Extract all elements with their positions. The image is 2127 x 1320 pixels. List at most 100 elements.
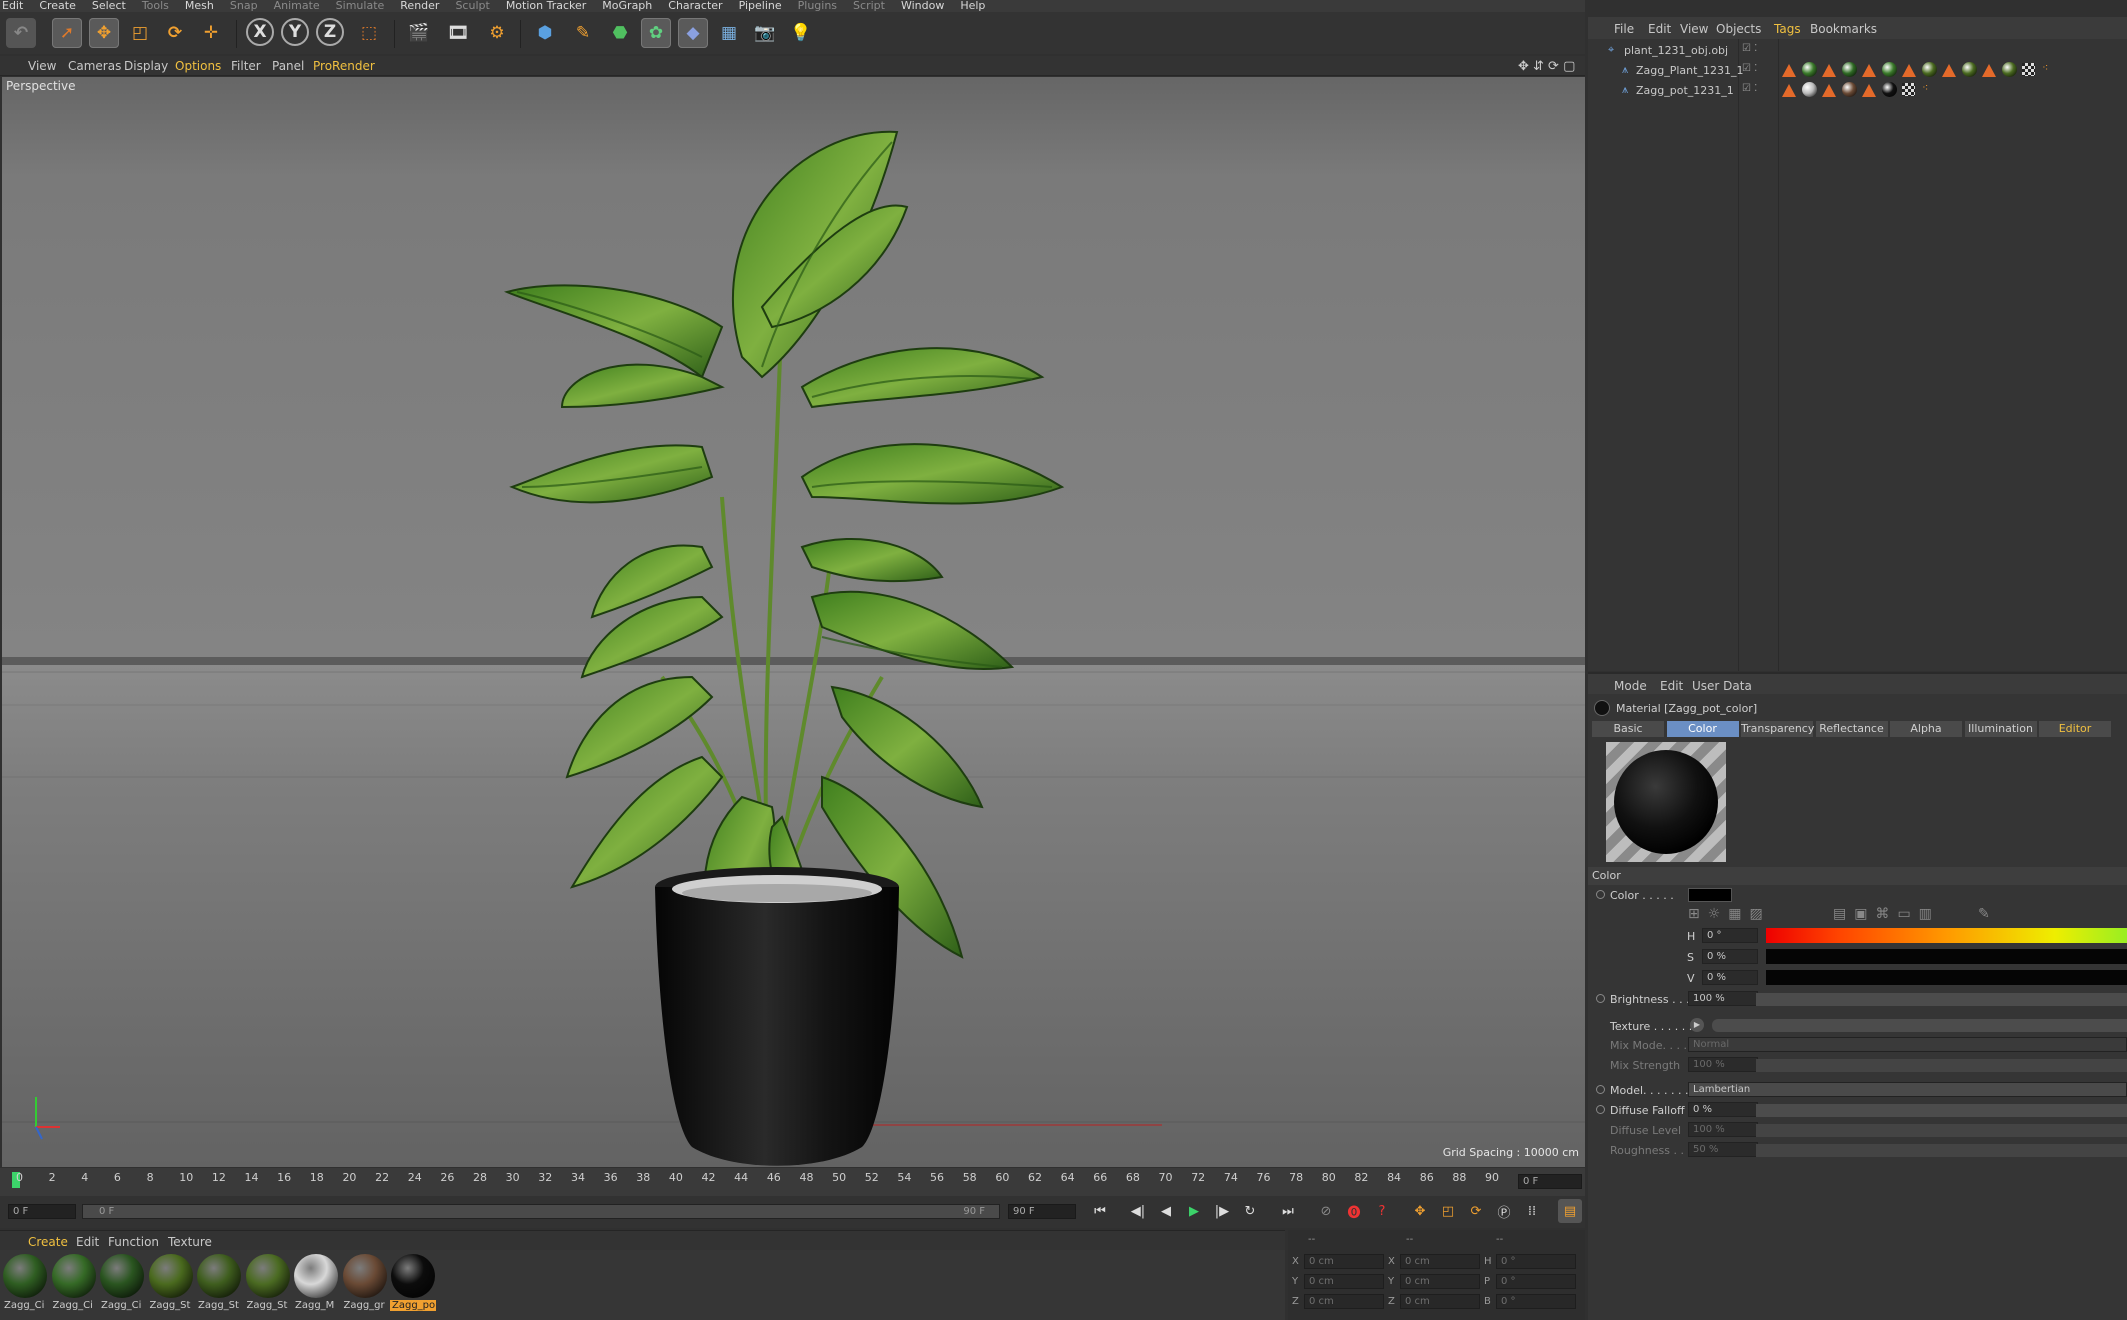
menu-sculpt[interactable]: Sculpt	[455, 0, 489, 12]
color-picker-mode-icons[interactable]: ⊞☼▦▨	[1688, 906, 1771, 922]
object-menu-view[interactable]: View	[1680, 22, 1708, 36]
next-key-button[interactable]: ↻	[1238, 1199, 1262, 1223]
subdivision-surface-button[interactable]: ⬣	[605, 18, 635, 48]
menu-help[interactable]: Help	[960, 0, 985, 12]
mix-mode-select[interactable]: Normal	[1688, 1037, 2127, 1052]
phong-tag-icon[interactable]	[1782, 84, 1796, 97]
menu-pipeline[interactable]: Pipeline	[739, 0, 782, 12]
key-parameter-button[interactable]: Ⓟ	[1492, 1199, 1516, 1223]
previous-frame-button[interactable]: ◀	[1154, 1199, 1178, 1223]
pen-spline-button[interactable]: ✎	[568, 18, 598, 48]
model-animate-icon[interactable]	[1596, 1085, 1605, 1094]
key-scale-button[interactable]: ◰	[1436, 1199, 1460, 1223]
menu-select[interactable]: Select	[92, 0, 126, 12]
phong-tag-icon[interactable]	[1782, 64, 1796, 77]
record-pos-button[interactable]: ⊘	[1314, 1199, 1338, 1223]
menu-edit[interactable]: Edit	[2, 0, 23, 12]
material-tag-icon[interactable]	[1842, 62, 1857, 77]
object-menu-tags[interactable]: Tags	[1774, 22, 1801, 36]
material-tag-icon[interactable]	[1802, 82, 1817, 97]
previous-key-button[interactable]: ◀|	[1126, 1199, 1150, 1223]
diffuse-falloff-field[interactable]: 0 %	[1688, 1102, 1758, 1117]
render-view-button[interactable]: 🎬	[404, 18, 434, 48]
attr-menu-user-data[interactable]: User Data	[1692, 679, 1752, 693]
viewport-menu-panel[interactable]: Panel	[272, 59, 304, 73]
live-selection-button[interactable]: ✛	[196, 18, 226, 48]
deformer-button[interactable]: ◆	[678, 18, 708, 48]
brightness-field[interactable]: 100 %	[1688, 991, 1758, 1006]
tab-transparency[interactable]: Transparency	[1741, 721, 1814, 737]
material-tag-icon[interactable]	[2002, 62, 2017, 77]
select-tool-button[interactable]: ➚	[52, 18, 82, 48]
coord-value-field[interactable]: 0 °	[1496, 1254, 1576, 1269]
material-menu-texture[interactable]: Texture	[168, 1235, 212, 1249]
timeline-ruler[interactable]: 0 2 4 6 8 10 12 14 16 18 20 22 24 26 28 30 32 34 36 38 40 42 4…	[0, 1168, 1585, 1196]
object-row[interactable]: ⩚ Zagg_Plant_1231_1 ☑ ⁚ ⁖	[1588, 61, 2127, 80]
color-swatch[interactable]	[1688, 888, 1732, 902]
material-tag-icon[interactable]	[1922, 62, 1937, 77]
frame-range-slider[interactable]: 0 F 90 F	[82, 1204, 1000, 1219]
saturation-field[interactable]: 0 %	[1702, 949, 1758, 964]
phong-tag-icon[interactable]	[1862, 84, 1876, 97]
brightness-animate-icon[interactable]	[1596, 994, 1605, 1003]
phong-tag-icon[interactable]	[1982, 64, 1996, 77]
next-frame-button[interactable]: |▶	[1210, 1199, 1234, 1223]
tab-editor[interactable]: Editor	[2039, 721, 2111, 737]
model-select[interactable]: Lambertian	[1688, 1082, 2127, 1097]
diffuse-level-field[interactable]: 100 %	[1688, 1122, 1758, 1137]
phong-tag-icon[interactable]	[1902, 64, 1916, 77]
color-model-icons[interactable]: ▤▣⌘▭▥	[1833, 906, 1940, 922]
menu-character[interactable]: Character	[668, 0, 722, 12]
move-tool-button[interactable]: ✥	[89, 18, 119, 48]
render-settings-button[interactable]: ⚙	[482, 18, 512, 48]
3d-viewport[interactable]: Perspective Grid Spacing: 10000 cm	[2, 77, 1585, 1167]
visibility-toggle-icon[interactable]: ☑ ⁚	[1742, 63, 1757, 74]
coord-value-field[interactable]: 0 cm	[1304, 1274, 1384, 1289]
record-button[interactable]: ⓿	[1342, 1199, 1366, 1223]
cube-object-button[interactable]: ⬢	[530, 18, 560, 48]
viewport-nav-icons[interactable]: ✥ ⇵ ⟳ ▢	[1518, 59, 1575, 74]
timeline-mode-button[interactable]: ▤	[1558, 1199, 1582, 1223]
mix-strength-slider[interactable]	[1756, 1059, 2127, 1072]
go-to-start-button[interactable]: ⏮	[1088, 1199, 1112, 1223]
viewport-menu-cameras[interactable]: Cameras	[68, 59, 121, 73]
object-row[interactable]: ⌖ plant_1231_obj.obj ☑ ⁚	[1588, 41, 2127, 60]
menu-script[interactable]: Script	[853, 0, 885, 12]
roughness-field[interactable]: 50 %	[1688, 1142, 1758, 1157]
go-to-end-button[interactable]: ⏭	[1276, 1199, 1300, 1223]
viewport-menu-prorender[interactable]: ProRender	[313, 59, 375, 73]
viewport-menu-options[interactable]: Options	[175, 59, 221, 73]
roughness-slider[interactable]	[1756, 1144, 2127, 1157]
coord-value-field[interactable]: 0 °	[1496, 1274, 1576, 1289]
uvw-tag-icon[interactable]	[1902, 83, 1915, 96]
tab-alpha[interactable]: Alpha	[1890, 721, 1962, 737]
material-item[interactable]: Zagg_Ci	[2, 1254, 48, 1316]
material-menu-edit[interactable]: Edit	[76, 1235, 99, 1249]
visibility-toggle-icon[interactable]: ☑ ⁚	[1742, 43, 1757, 54]
phong-tag-icon[interactable]	[1862, 64, 1876, 77]
coord-value-field[interactable]: 0 cm	[1400, 1274, 1480, 1289]
material-tag-icon[interactable]	[1962, 62, 1977, 77]
x-axis-lock-button[interactable]: X	[246, 18, 274, 46]
cloner-button[interactable]: ✿	[641, 18, 671, 48]
coord-value-field[interactable]: 0 cm	[1304, 1254, 1384, 1269]
rotate-tool-button[interactable]: ⟳	[160, 18, 190, 48]
object-menu-edit[interactable]: Edit	[1648, 22, 1671, 36]
hue-field[interactable]: 0 °	[1702, 928, 1758, 943]
coordinate-system-button[interactable]: ⬚	[354, 18, 384, 48]
coord-value-field[interactable]: 0 cm	[1400, 1254, 1480, 1269]
phong-tag-icon[interactable]	[1822, 84, 1836, 97]
y-axis-lock-button[interactable]: Y	[281, 18, 309, 46]
key-position-button[interactable]: ✥	[1408, 1199, 1432, 1223]
object-menu-bookmarks[interactable]: Bookmarks	[1810, 22, 1877, 36]
visibility-toggle-icon[interactable]: ☑ ⁚	[1742, 83, 1757, 94]
menu-plugins[interactable]: Plugins	[798, 0, 837, 12]
coord-value-field[interactable]: 0 °	[1496, 1294, 1576, 1309]
menu-tools[interactable]: Tools	[142, 0, 169, 12]
saturation-slider[interactable]	[1766, 949, 2127, 964]
mix-strength-field[interactable]: 100 %	[1688, 1057, 1758, 1072]
menu-mograph[interactable]: MoGraph	[602, 0, 652, 12]
phong-tag-icon[interactable]	[1822, 64, 1836, 77]
value-slider[interactable]	[1766, 970, 2127, 985]
menu-animate[interactable]: Animate	[274, 0, 320, 12]
